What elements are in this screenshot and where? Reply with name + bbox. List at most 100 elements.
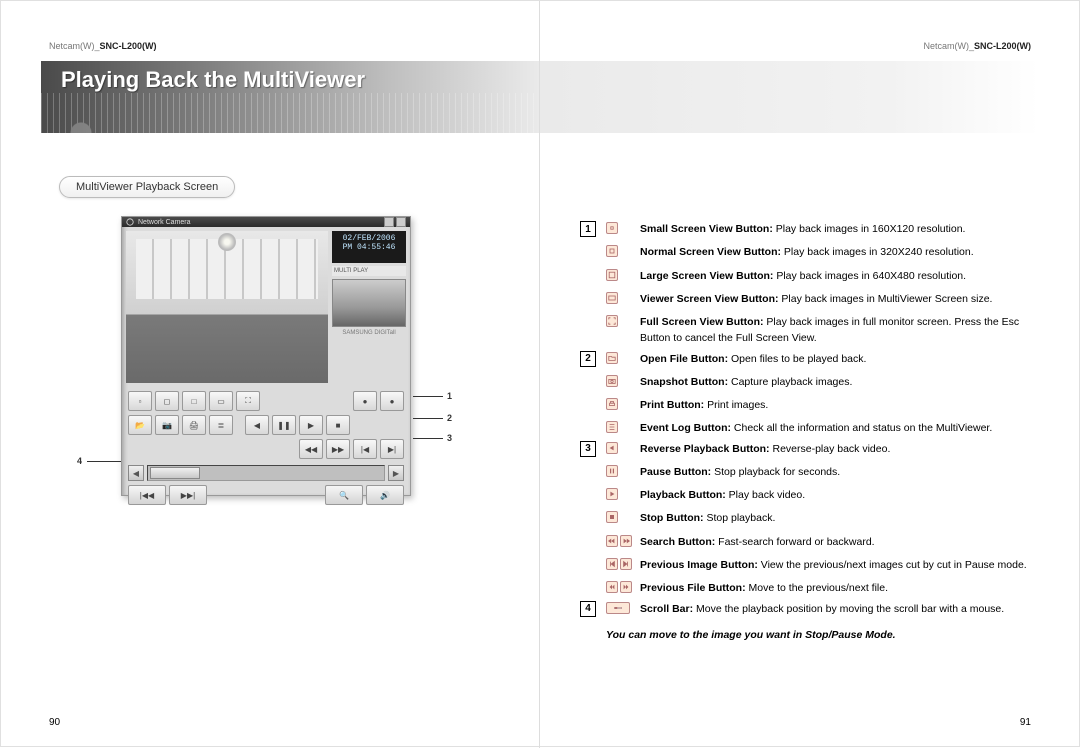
- date-box: 02/FEB/2006 PM 04:55:46: [332, 231, 406, 263]
- event-log-button[interactable]: ≣: [209, 415, 233, 435]
- status-button-a[interactable]: ●: [353, 391, 377, 411]
- group-number: 2: [580, 351, 596, 367]
- band-decoration: [41, 93, 539, 133]
- next-image-button[interactable]: ▶|: [380, 439, 404, 459]
- window-title: Network Camera: [138, 219, 191, 226]
- search-back-button[interactable]: ◀◀: [299, 439, 323, 459]
- next-file-button[interactable]: ▶▶|: [169, 485, 207, 505]
- control-row-4: |◀◀ ▶▶| 🔍 🔊: [128, 485, 404, 505]
- desc-line: Full Screen View Button: Play back image…: [606, 314, 1039, 347]
- scroll-row: ◀ ▶: [128, 465, 404, 481]
- desc-line: Viewer Screen View Button: Play back ima…: [606, 291, 1039, 307]
- desc-text: Previous File Button: Move to the previo…: [640, 580, 1039, 596]
- control-section: ▫ ◻ □ ▭ ⛶ ● ● 📂 📷 🖨 ≣: [122, 387, 410, 511]
- page-number-left: 90: [49, 717, 60, 728]
- large-screen-button[interactable]: □: [182, 391, 206, 411]
- icon-col: [606, 374, 634, 387]
- close-icon: [396, 217, 406, 227]
- desc-line: Open File Button: Open files to be playe…: [606, 351, 1039, 367]
- icon-col: [606, 441, 634, 454]
- page-right: Netcam(W)_SNC-L200(W) 1 Small Screen View…: [540, 1, 1079, 748]
- status-button-b[interactable]: ●: [380, 391, 404, 411]
- full-screen-icon: [606, 315, 618, 327]
- icon-col: [606, 557, 634, 570]
- play-button[interactable]: ▶: [299, 415, 323, 435]
- prev-file-button[interactable]: |◀◀: [128, 485, 166, 505]
- viewer-screen-button[interactable]: ▭: [209, 391, 233, 411]
- footnote: You can move to the image you want in St…: [606, 629, 1039, 641]
- room-image: [126, 231, 328, 383]
- icon-col: [606, 580, 634, 593]
- product-header-right: Netcam(W)_SNC-L200(W): [923, 41, 1031, 51]
- group-1: 1 Small Screen View Button: Play back ima…: [580, 221, 1039, 347]
- desc-line: Previous Image Button: View the previous…: [606, 557, 1039, 573]
- small-screen-button[interactable]: ▫: [128, 391, 152, 411]
- icon-col: [606, 351, 634, 364]
- desc-text: Small Screen View Button: Play back imag…: [640, 221, 1039, 237]
- multi-play-label: MULTI PLAY: [332, 266, 406, 276]
- open-file-button[interactable]: 📂: [128, 415, 152, 435]
- desc-line: Snapshot Button: Capture playback images…: [606, 374, 1039, 390]
- small-screen-icon: [606, 222, 618, 234]
- prev-image-button[interactable]: |◀: [353, 439, 377, 459]
- desc-text: Viewer Screen View Button: Play back ima…: [640, 291, 1039, 307]
- zoom-button[interactable]: 🔍: [325, 485, 363, 505]
- callout-4: 4: [77, 456, 82, 466]
- page-left: Netcam(W)_SNC-L200(W) Playing Back the M…: [1, 1, 540, 748]
- thumbnail: [332, 279, 406, 327]
- print-button[interactable]: 🖨: [182, 415, 206, 435]
- desc-line: Small Screen View Button: Play back imag…: [606, 221, 1039, 237]
- desc-line: Previous File Button: Move to the previo…: [606, 580, 1039, 596]
- scroll-left-end[interactable]: ◀: [128, 465, 144, 481]
- print-icon: [606, 398, 618, 410]
- pause-button[interactable]: ❚❚: [272, 415, 296, 435]
- reverse-icon: [606, 535, 618, 547]
- icon-col: [606, 464, 634, 477]
- full-screen-button[interactable]: ⛶: [236, 391, 260, 411]
- desc-line: Stop Button: Stop playback.: [606, 510, 1039, 526]
- large-screen-icon: [606, 269, 618, 281]
- desc-line: Print Button: Print images.: [606, 397, 1039, 413]
- scroll-thumb[interactable]: [150, 467, 200, 479]
- pause-icon: [606, 465, 618, 477]
- search-fwd-button[interactable]: ▶▶: [326, 439, 350, 459]
- callout-line-3: [413, 438, 443, 439]
- sound-button[interactable]: 🔊: [366, 485, 404, 505]
- group-4: 4Scroll Bar: Move the playback position …: [580, 601, 1039, 617]
- page-title: Playing Back the MultiViewer: [61, 67, 365, 93]
- desc-line: Pause Button: Stop playback for seconds.: [606, 464, 1039, 480]
- time-line: PM 04:55:46: [332, 243, 406, 252]
- desc-text: Pause Button: Stop playback for seconds.: [640, 464, 1039, 480]
- product-header-left: Netcam(W)_SNC-L200(W): [49, 41, 157, 51]
- group-number: 1: [580, 221, 596, 237]
- normal-screen-button[interactable]: ◻: [155, 391, 179, 411]
- desc-text: Normal Screen View Button: Play back ima…: [640, 244, 1039, 260]
- desc-text: Snapshot Button: Capture playback images…: [640, 374, 1039, 390]
- desc-line: Reverse Playback Button: Reverse-play ba…: [606, 441, 1039, 457]
- screenshot-titlebar: Network Camera: [122, 217, 410, 227]
- next-image-icon: [620, 558, 632, 570]
- reverse-button[interactable]: ◀: [245, 415, 269, 435]
- snapshot-button[interactable]: 📷: [155, 415, 179, 435]
- stop-button[interactable]: ■: [326, 415, 350, 435]
- title-band: Playing Back the MultiViewer: [41, 61, 539, 133]
- icon-col: [606, 244, 634, 257]
- next-file-icon: [620, 581, 632, 593]
- product-brand: Netcam(W)_: [49, 41, 100, 51]
- video-area: [126, 231, 328, 383]
- scroll-track[interactable]: [147, 465, 385, 481]
- control-row-2: 📂 📷 🖨 ≣ ◀ ❚❚ ▶ ■: [128, 415, 404, 435]
- samsung-logo: SAMSUNG DIGITall: [332, 330, 406, 336]
- icon-col: [606, 268, 634, 281]
- callout-3: 3: [447, 433, 452, 443]
- icon-col: [606, 221, 634, 234]
- scroll-right-end[interactable]: ▶: [388, 465, 404, 481]
- callout-line-1: [413, 396, 443, 397]
- icon-col: [606, 534, 634, 547]
- desc-line: Event Log Button: Check all the informat…: [606, 420, 1039, 436]
- date-line: 02/FEB/2006: [332, 234, 406, 243]
- callout-1: 1: [447, 391, 452, 401]
- callout-2: 2: [447, 413, 452, 423]
- desc-text: Previous Image Button: View the previous…: [640, 557, 1039, 573]
- screenshot-frame: Network Camera 02/FEB/2006 PM 04:55:: [121, 216, 411, 496]
